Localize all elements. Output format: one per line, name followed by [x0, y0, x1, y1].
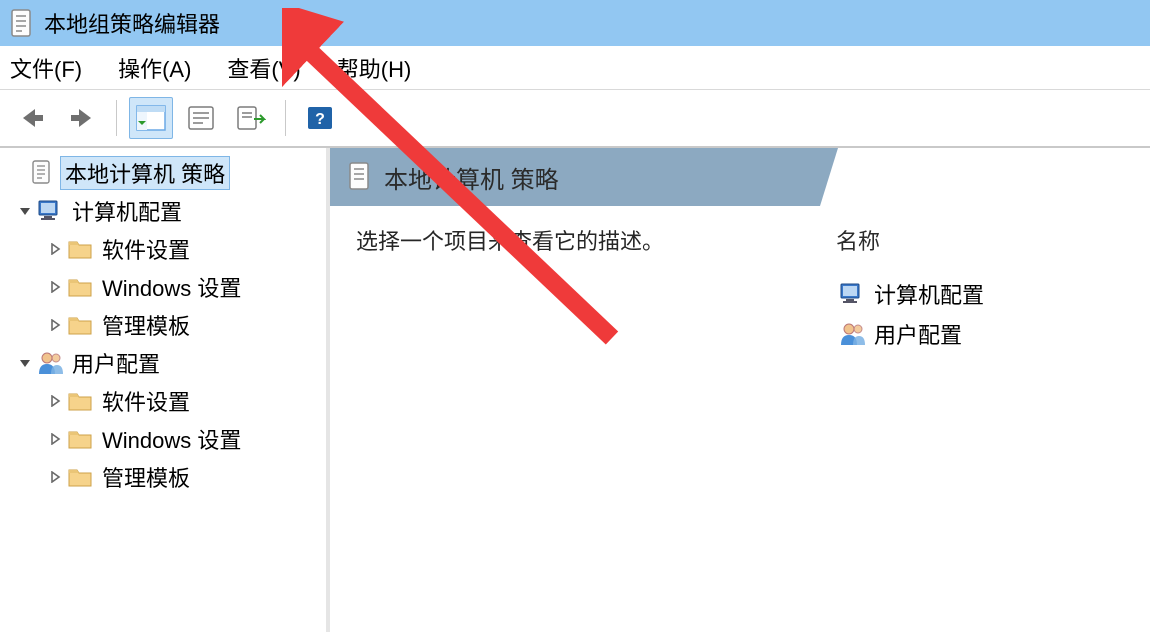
toolbar: ? — [0, 90, 1150, 148]
tree-item[interactable]: 软件设置 — [6, 382, 322, 420]
tree-item[interactable]: 计算机配置 — [6, 192, 322, 230]
user-icon — [836, 321, 868, 347]
folder-icon — [66, 428, 94, 450]
toolbar-separator — [285, 100, 286, 136]
folder-icon — [66, 238, 94, 260]
window-title: 本地组策略编辑器 — [44, 7, 220, 39]
menubar: 文件(F) 操作(A) 查看(V) 帮助(H) — [0, 46, 1150, 90]
folder-icon — [66, 390, 94, 412]
chevron-down-icon[interactable] — [14, 357, 36, 369]
content-area: 本地计算机 策略计算机配置软件设置Windows 设置管理模板用户配置软件设置W… — [0, 148, 1150, 632]
chevron-right-icon[interactable] — [44, 433, 66, 445]
column-header-name[interactable]: 名称 — [836, 224, 1134, 256]
tree-item-label: Windows 设置 — [98, 271, 245, 303]
tree-pane: 本地计算机 策略计算机配置软件设置Windows 设置管理模板用户配置软件设置W… — [0, 148, 330, 632]
list-item-label: 计算机配置 — [874, 278, 984, 310]
policy-icon — [348, 162, 372, 192]
tree-item-label: 软件设置 — [98, 233, 194, 265]
list-item[interactable]: 用户配置 — [836, 314, 1134, 354]
tree-item-label: 管理模板 — [98, 461, 194, 493]
tree-item-label: 管理模板 — [98, 309, 194, 341]
help-button[interactable]: ? — [298, 97, 342, 139]
tree-item-label: 软件设置 — [98, 385, 194, 417]
chevron-right-icon[interactable] — [44, 319, 66, 331]
nav-back-button[interactable] — [10, 97, 54, 139]
tree-item[interactable]: 用户配置 — [6, 344, 322, 382]
tree-item[interactable]: 管理模板 — [6, 306, 322, 344]
chevron-right-icon[interactable] — [44, 395, 66, 407]
properties-button[interactable] — [179, 97, 223, 139]
list-item[interactable]: 计算机配置 — [836, 274, 1134, 314]
chevron-right-icon[interactable] — [44, 281, 66, 293]
tree-item[interactable]: 软件设置 — [6, 230, 322, 268]
tree-item-label: 用户配置 — [68, 347, 164, 379]
detail-pane: 本地计算机 策略 选择一个项目来查看它的描述。 名称 计算机配置用户配置 — [330, 148, 1150, 632]
menu-action[interactable]: 操作(A) — [118, 52, 191, 84]
chevron-right-icon[interactable] — [44, 243, 66, 255]
computer-icon — [836, 282, 868, 306]
tree-item[interactable]: 管理模板 — [6, 458, 322, 496]
show-hide-tree-button[interactable] — [129, 97, 173, 139]
tree-item-label: 本地计算机 策略 — [60, 156, 230, 190]
tree-pane-icon — [136, 105, 166, 131]
arrow-left-icon — [17, 106, 47, 130]
menu-file[interactable]: 文件(F) — [10, 52, 82, 84]
menu-view[interactable]: 查看(V) — [227, 52, 300, 84]
detail-description: 选择一个项目来查看它的描述。 — [356, 224, 836, 632]
tree-item[interactable]: 本地计算机 策略 — [6, 154, 322, 192]
nav-forward-button[interactable] — [60, 97, 104, 139]
arrow-right-icon — [67, 106, 97, 130]
folder-icon — [66, 314, 94, 336]
tree-item[interactable]: Windows 设置 — [6, 420, 322, 458]
help-icon: ? — [306, 105, 334, 131]
export-icon — [236, 105, 266, 131]
list-item-label: 用户配置 — [874, 318, 962, 350]
policy-icon — [28, 160, 56, 186]
export-list-button[interactable] — [229, 97, 273, 139]
chevron-down-icon[interactable] — [14, 205, 36, 217]
computer-icon — [36, 199, 64, 223]
folder-icon — [66, 276, 94, 298]
chevron-right-icon[interactable] — [44, 471, 66, 483]
tree-item-label: Windows 设置 — [98, 423, 245, 455]
svg-text:?: ? — [315, 111, 325, 128]
detail-title: 本地计算机 策略 — [384, 160, 559, 195]
tree-item-label: 计算机配置 — [68, 195, 186, 227]
title-bar: 本地组策略编辑器 — [0, 0, 1150, 46]
detail-header: 本地计算机 策略 — [330, 148, 1150, 206]
toolbar-separator — [116, 100, 117, 136]
detail-list: 名称 计算机配置用户配置 — [836, 224, 1134, 632]
folder-icon — [66, 466, 94, 488]
user-icon — [36, 350, 64, 376]
detail-body: 选择一个项目来查看它的描述。 名称 计算机配置用户配置 — [330, 206, 1150, 632]
tree-item[interactable]: Windows 设置 — [6, 268, 322, 306]
app-icon — [10, 9, 34, 37]
menu-help[interactable]: 帮助(H) — [337, 52, 412, 84]
properties-icon — [187, 105, 215, 131]
